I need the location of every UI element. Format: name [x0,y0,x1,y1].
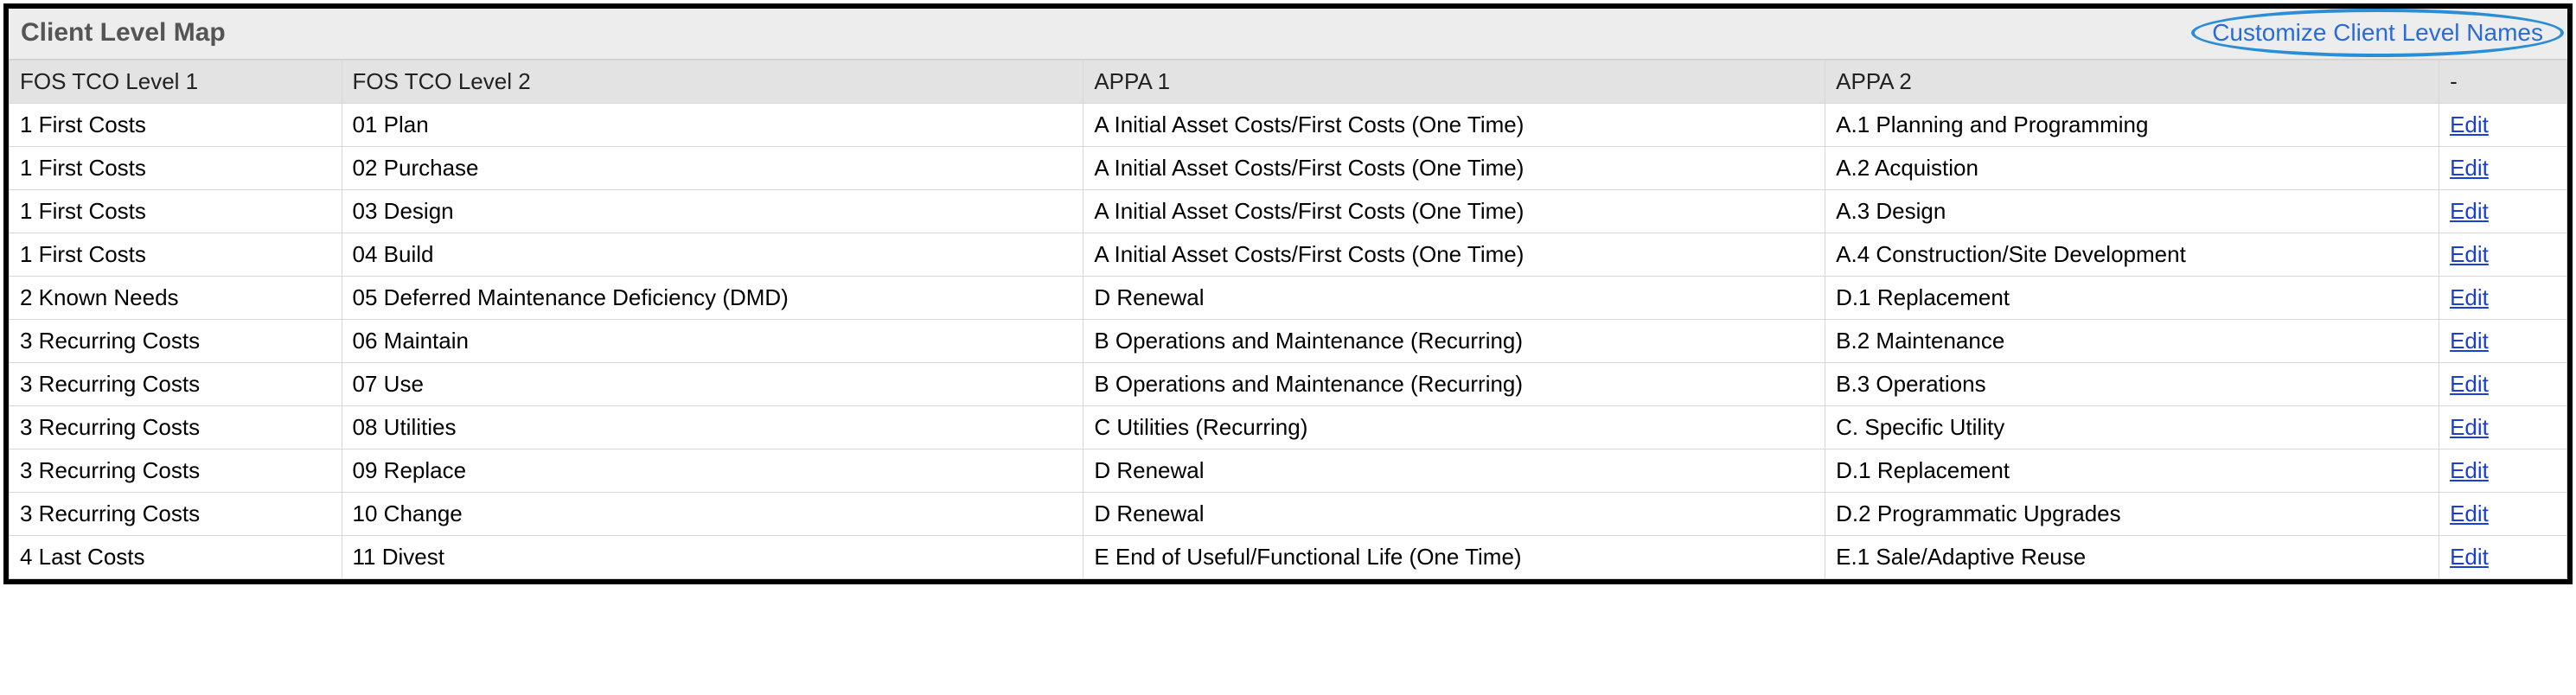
cell-c4: A.1 Planning and Programming [1825,104,2439,147]
cell-c2: 09 Replace [342,450,1083,493]
table-row: 3 Recurring Costs06 MaintainB Operations… [10,320,2567,363]
edit-link[interactable]: Edit [2450,284,2489,310]
cell-actions: Edit [2439,406,2567,450]
edit-link[interactable]: Edit [2450,155,2489,181]
edit-link[interactable]: Edit [2450,457,2489,483]
cell-c2: 06 Maintain [342,320,1083,363]
table-row: 3 Recurring Costs09 ReplaceD RenewalD.1 … [10,450,2567,493]
table-header-row: FOS TCO Level 1 FOS TCO Level 2 APPA 1 A… [10,61,2567,104]
edit-link[interactable]: Edit [2450,241,2489,267]
col-header-fos2[interactable]: FOS TCO Level 2 [342,61,1083,104]
table-row: 4 Last Costs11 DivestE End of Useful/Fun… [10,536,2567,579]
cell-c4: D.1 Replacement [1825,450,2439,493]
cell-c4: B.3 Operations [1825,363,2439,406]
cell-actions: Edit [2439,233,2567,277]
cell-c1: 1 First Costs [10,190,342,233]
edit-link[interactable]: Edit [2450,328,2489,354]
cell-c2: 10 Change [342,493,1083,536]
cell-c4: B.2 Maintenance [1825,320,2439,363]
col-header-appa2[interactable]: APPA 2 [1825,61,2439,104]
edit-link[interactable]: Edit [2450,414,2489,440]
customize-link-wrap: Customize Client Level Names [2200,16,2555,50]
cell-c3: A Initial Asset Costs/First Costs (One T… [1083,147,1825,190]
cell-c3: C Utilities (Recurring) [1083,406,1825,450]
cell-c2: 11 Divest [342,536,1083,579]
cell-c1: 3 Recurring Costs [10,406,342,450]
edit-link[interactable]: Edit [2450,198,2489,224]
table-row: 3 Recurring Costs07 UseB Operations and … [10,363,2567,406]
table-row: 1 First Costs01 PlanA Initial Asset Cost… [10,104,2567,147]
cell-c3: A Initial Asset Costs/First Costs (One T… [1083,233,1825,277]
cell-c4: A.4 Construction/Site Development [1825,233,2439,277]
cell-c3: E End of Useful/Functional Life (One Tim… [1083,536,1825,579]
table-row: 1 First Costs02 PurchaseA Initial Asset … [10,147,2567,190]
cell-c2: 01 Plan [342,104,1083,147]
cell-c4: E.1 Sale/Adaptive Reuse [1825,536,2439,579]
table-row: 3 Recurring Costs10 ChangeD RenewalD.2 P… [10,493,2567,536]
cell-actions: Edit [2439,536,2567,579]
cell-c3: B Operations and Maintenance (Recurring) [1083,320,1825,363]
cell-c2: 07 Use [342,363,1083,406]
customize-link[interactable]: Customize Client Level Names [2212,19,2543,46]
cell-c3: D Renewal [1083,277,1825,320]
cell-c2: 08 Utilities [342,406,1083,450]
cell-c4: A.2 Acquistion [1825,147,2439,190]
cell-c1: 3 Recurring Costs [10,320,342,363]
client-level-map-table: FOS TCO Level 1 FOS TCO Level 2 APPA 1 A… [9,60,2567,579]
col-header-appa1[interactable]: APPA 1 [1083,61,1825,104]
cell-c3: A Initial Asset Costs/First Costs (One T… [1083,104,1825,147]
cell-c2: 05 Deferred Maintenance Deficiency (DMD) [342,277,1083,320]
table-row: 3 Recurring Costs08 UtilitiesC Utilities… [10,406,2567,450]
cell-c2: 04 Build [342,233,1083,277]
cell-c1: 1 First Costs [10,147,342,190]
cell-c3: D Renewal [1083,450,1825,493]
edit-link[interactable]: Edit [2450,112,2489,137]
edit-link[interactable]: Edit [2450,371,2489,397]
edit-link[interactable]: Edit [2450,501,2489,526]
cell-actions: Edit [2439,450,2567,493]
cell-c3: B Operations and Maintenance (Recurring) [1083,363,1825,406]
cell-c2: 03 Design [342,190,1083,233]
cell-c3: A Initial Asset Costs/First Costs (One T… [1083,190,1825,233]
cell-c4: A.3 Design [1825,190,2439,233]
table-body: 1 First Costs01 PlanA Initial Asset Cost… [10,104,2567,579]
cell-c1: 1 First Costs [10,104,342,147]
cell-actions: Edit [2439,363,2567,406]
cell-c1: 4 Last Costs [10,536,342,579]
cell-c2: 02 Purchase [342,147,1083,190]
cell-actions: Edit [2439,320,2567,363]
cell-c4: D.1 Replacement [1825,277,2439,320]
table-row: 1 First Costs03 DesignA Initial Asset Co… [10,190,2567,233]
table-row: 1 First Costs04 BuildA Initial Asset Cos… [10,233,2567,277]
page-title: Client Level Map [21,18,226,48]
cell-c1: 3 Recurring Costs [10,450,342,493]
cell-c3: D Renewal [1083,493,1825,536]
header-bar: Client Level Map Customize Client Level … [9,9,2567,60]
table-row: 2 Known Needs05 Deferred Maintenance Def… [10,277,2567,320]
cell-c1: 3 Recurring Costs [10,493,342,536]
cell-actions: Edit [2439,190,2567,233]
cell-actions: Edit [2439,147,2567,190]
cell-actions: Edit [2439,493,2567,536]
cell-c4: C. Specific Utility [1825,406,2439,450]
cell-c4: D.2 Programmatic Upgrades [1825,493,2439,536]
cell-c1: 1 First Costs [10,233,342,277]
edit-link[interactable]: Edit [2450,544,2489,570]
cell-actions: Edit [2439,277,2567,320]
cell-c1: 2 Known Needs [10,277,342,320]
app-frame: Client Level Map Customize Client Level … [3,3,2573,584]
cell-c1: 3 Recurring Costs [10,363,342,406]
col-header-actions: - [2439,61,2567,104]
col-header-fos1[interactable]: FOS TCO Level 1 [10,61,342,104]
cell-actions: Edit [2439,104,2567,147]
